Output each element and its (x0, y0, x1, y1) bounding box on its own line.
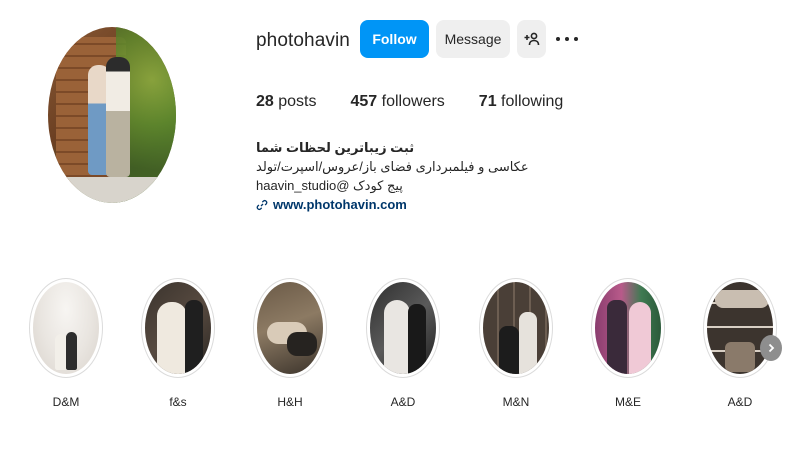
highlight-item[interactable]: f&s (140, 278, 216, 409)
highlight-item[interactable]: H&H (252, 278, 328, 409)
bio-line-2: haavin_studio@ پیج کودک (256, 178, 403, 193)
followers-label: followers (381, 93, 445, 110)
link-icon (256, 199, 268, 210)
highlight-cover-ring (479, 278, 553, 378)
highlight-cover (145, 282, 211, 374)
highlight-cover-ring (591, 278, 665, 378)
avatar-image (48, 27, 176, 203)
posts-count: 28 (256, 93, 274, 110)
highlights-next-button[interactable] (760, 335, 782, 361)
highlight-cover-ring (366, 278, 440, 378)
followers-count: 457 (350, 93, 378, 110)
add-user-icon (524, 32, 539, 46)
highlight-label: H&H (277, 395, 303, 409)
highlight-cover-ring (703, 278, 777, 378)
highlight-label: A&D (727, 395, 753, 409)
highlight-cover (707, 282, 773, 374)
highlight-label: f&s (169, 395, 187, 409)
bio-line-1: عکاسی و فیلمبرداری فضای باز/عروس/اسپرت/ت… (256, 159, 529, 174)
bio-link-text: www.photohavin.com (273, 197, 407, 212)
highlight-label: M&N (502, 395, 530, 409)
profile-display-name: ثبت زیباترین لحظات شما (256, 140, 415, 155)
follow-button[interactable]: Follow (360, 20, 429, 58)
profile-bio: ثبت زیباترین لحظات شما عکاسی و فیلمبردار… (256, 138, 529, 214)
highlight-cover (257, 282, 323, 374)
avatar-person-2 (106, 57, 130, 177)
highlight-cover-ring (253, 278, 327, 378)
following-label: following (501, 93, 564, 110)
highlight-item[interactable]: A&D (365, 278, 441, 409)
profile-stats: 28 posts 457 followers 71 following (256, 93, 597, 111)
highlight-cover (370, 282, 436, 374)
highlight-label: A&D (390, 395, 416, 409)
message-button[interactable]: Message (436, 20, 510, 58)
highlight-cover (33, 282, 99, 374)
bio-website-link[interactable]: www.photohavin.com (256, 195, 529, 214)
highlight-item[interactable]: M&E (590, 278, 666, 409)
followers-stat[interactable]: 457 followers (351, 93, 445, 111)
chevron-right-icon (768, 343, 775, 353)
avatar-floor (48, 177, 176, 203)
more-options-icon[interactable] (556, 33, 578, 45)
profile-avatar[interactable] (48, 27, 176, 203)
highlight-item[interactable]: M&N (478, 278, 554, 409)
highlight-label: D&M (52, 395, 80, 409)
profile-username: photohavin (256, 30, 350, 51)
highlight-item[interactable]: D&M (28, 278, 104, 409)
story-highlights: D&M f&s H&H A&D M&N M&E A&D (0, 278, 800, 418)
following-stat[interactable]: 71 following (479, 93, 564, 111)
highlight-label: M&E (614, 395, 641, 409)
highlight-cover-ring (141, 278, 215, 378)
suggested-users-button[interactable] (517, 20, 546, 58)
posts-label: posts (278, 93, 317, 110)
posts-stat: 28 posts (256, 93, 317, 111)
highlight-cover-ring (29, 278, 103, 378)
following-count: 71 (478, 93, 497, 110)
highlight-cover (595, 282, 661, 374)
highlight-cover (483, 282, 549, 374)
